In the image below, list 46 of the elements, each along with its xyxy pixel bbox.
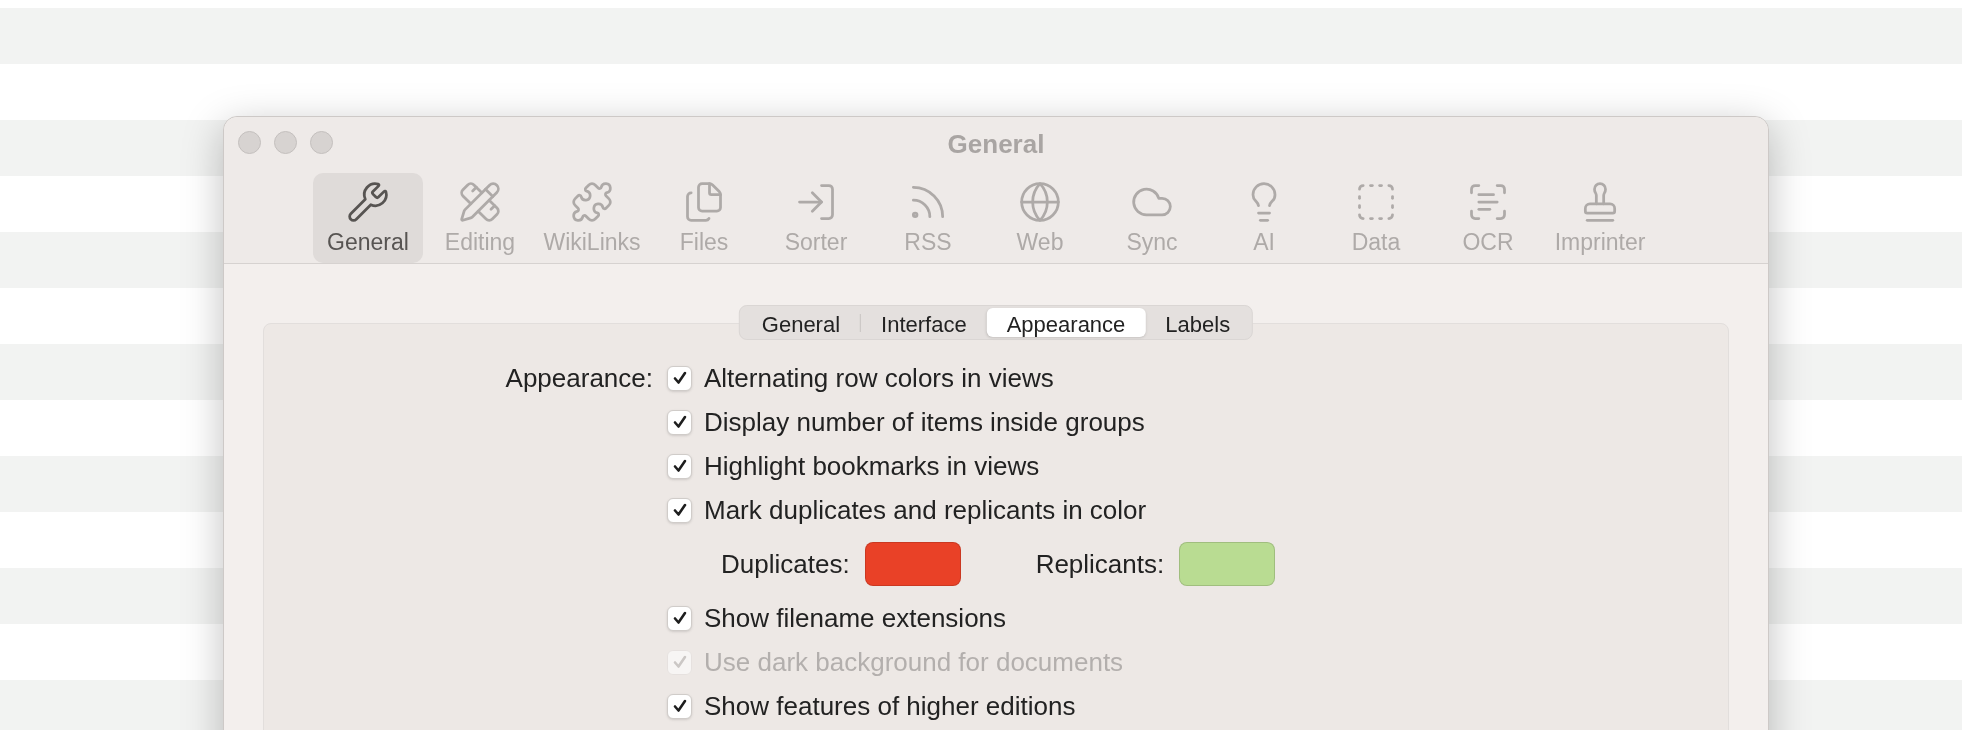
checkbox[interactable]	[667, 497, 692, 523]
checkmark-icon	[671, 698, 688, 714]
checkmark-icon	[671, 458, 688, 474]
color-label: Replicants:	[1035, 547, 1165, 581]
checkbox-label: Use dark background for documents	[704, 645, 1124, 679]
color-well[interactable]	[864, 542, 961, 586]
toolbar-tab[interactable]: Sync	[1097, 173, 1207, 263]
toolbar-tab[interactable]: Imprinter	[1545, 173, 1655, 263]
color-label: Duplicates:	[721, 547, 850, 581]
checkmark-icon	[671, 610, 688, 626]
segment-tab[interactable]: Appearance	[986, 308, 1146, 337]
checkbox[interactable]	[667, 409, 692, 435]
checkbox-label: Alternating row colors in views	[704, 361, 1054, 395]
toolbar-tab[interactable]: Files	[649, 173, 759, 263]
wrench-icon	[346, 179, 390, 224]
toolbar-tab[interactable]: Data	[1321, 173, 1431, 263]
checkbox-label: Highlight bookmarks in views	[704, 449, 1040, 483]
toolbar-tab[interactable]: Sorter	[761, 173, 871, 263]
checkmark-icon	[671, 654, 688, 670]
checkmark-icon	[671, 370, 688, 386]
checkbox[interactable]	[667, 605, 692, 631]
pencil-ruler-icon	[458, 179, 502, 224]
segment-tab[interactable]: Interface	[861, 308, 987, 337]
checkbox-label: Mark duplicates and replicants in color	[704, 493, 1147, 527]
globe-icon	[1018, 179, 1062, 224]
checkmark-icon	[671, 414, 688, 430]
segment-tab[interactable]: General	[741, 308, 861, 337]
window-title: General	[947, 127, 1045, 161]
checkbox-label: Show filename extensions	[704, 601, 1007, 635]
toolbar-tab[interactable]: Web	[985, 173, 1095, 263]
checkmark-icon	[671, 502, 688, 518]
toolbar-tab[interactable]: RSS	[873, 173, 983, 263]
toolbar-tab[interactable]: AI	[1209, 173, 1319, 263]
toolbar-tab[interactable]: WikiLinks	[537, 173, 647, 263]
segment-tab[interactable]: Labels	[1145, 308, 1251, 337]
toolbar-tab[interactable]: General	[313, 173, 423, 263]
checkbox[interactable]	[667, 365, 692, 391]
checkbox[interactable]	[667, 453, 692, 479]
checkbox-label: Display number of items inside groups	[704, 405, 1145, 439]
section-label: Appearance:	[505, 361, 653, 395]
color-well[interactable]	[1179, 542, 1276, 586]
checkbox-label: Show features of higher editions	[704, 689, 1076, 723]
checkbox[interactable]	[667, 693, 692, 719]
puzzle-icon	[570, 179, 614, 224]
toolbar-tab[interactable]: Editing	[425, 173, 535, 263]
toolbar-tab[interactable]: OCR	[1433, 173, 1543, 263]
